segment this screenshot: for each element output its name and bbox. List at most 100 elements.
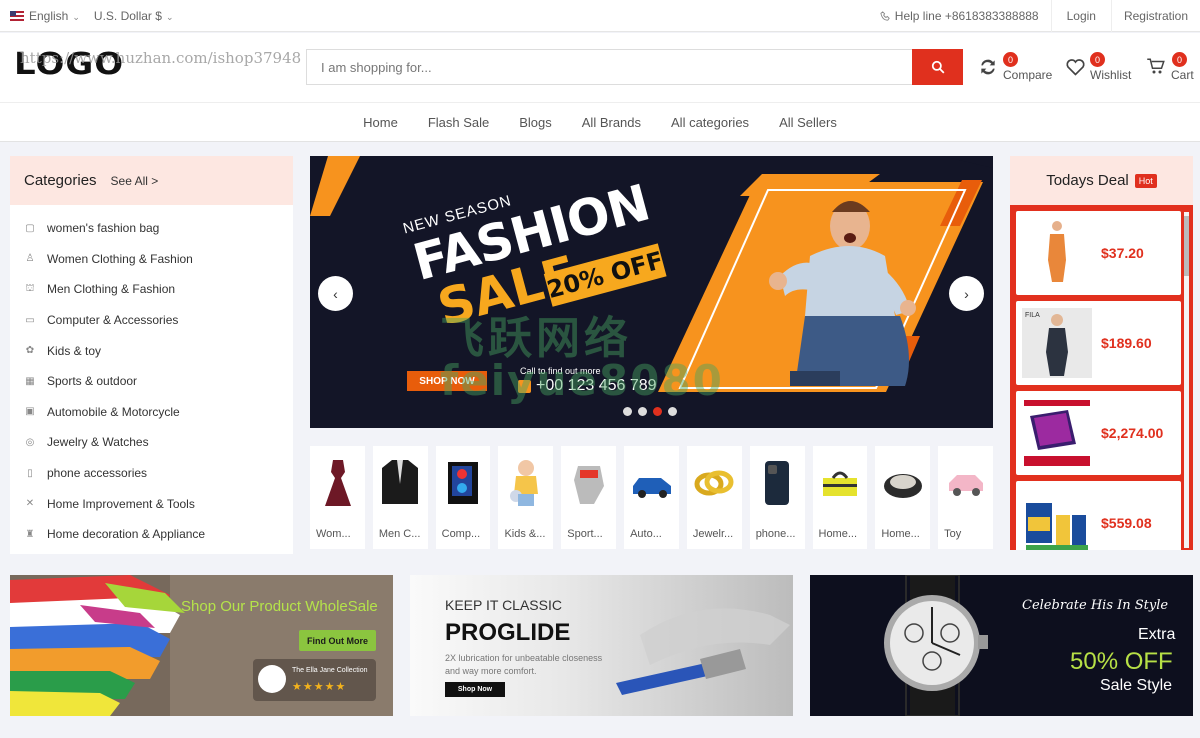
category-item[interactable]: ⛫ Men Clothing & Fashion — [10, 274, 293, 305]
slider-dot[interactable] — [668, 407, 677, 416]
slider-dot[interactable] — [623, 407, 632, 416]
car-image — [630, 458, 673, 508]
search-button[interactable] — [912, 49, 963, 85]
monitor-icon: ▭ — [25, 314, 35, 326]
deal-list: $37.20 FILA $189.60 $2,274.00 $559.08 — [1016, 211, 1181, 550]
compare-link[interactable]: 0 Compare — [978, 52, 1058, 85]
nav-all-brands[interactable]: All Brands — [567, 115, 656, 130]
wishlist-count-badge: 0 — [1090, 52, 1105, 67]
category-card[interactable]: Home... — [812, 446, 868, 549]
milk-formula-image — [1022, 487, 1092, 550]
categories-title: Categories — [24, 172, 97, 189]
slider-dot-active[interactable] — [653, 407, 662, 416]
kid-image — [504, 458, 547, 508]
deal-scrollbar[interactable] — [1184, 212, 1189, 548]
call-label: Call to find out more — [520, 366, 601, 376]
category-item[interactable]: ▣ Automobile & Motorcycle — [10, 397, 293, 428]
category-item[interactable]: ✿ Kids & toy — [10, 335, 293, 366]
main-nav: Home Flash Sale Blogs All Brands All cat… — [0, 102, 1200, 142]
nav-all-categories[interactable]: All categories — [656, 115, 764, 130]
helpline[interactable]: Help line +8618383388888 — [868, 0, 1051, 32]
find-out-more-button[interactable]: Find Out More — [299, 630, 376, 651]
dress-icon: ♙ — [25, 253, 35, 265]
deal-item[interactable]: FILA $189.60 — [1016, 301, 1181, 385]
tools-icon: ✕ — [25, 498, 35, 510]
scrollbar-thumb[interactable] — [1184, 216, 1189, 276]
wishlist-link[interactable]: 0 Wishlist — [1065, 52, 1140, 85]
category-card[interactable]: Jewelr... — [686, 446, 742, 549]
toy-car-image — [944, 458, 987, 508]
chevron-down-icon: ⌄ — [165, 12, 174, 22]
nav-home[interactable]: Home — [348, 115, 413, 130]
slider-dot[interactable] — [638, 407, 647, 416]
category-item[interactable]: ▭ Computer & Accessories — [10, 305, 293, 336]
categories-header: Categories See All > — [10, 156, 293, 205]
phone-image — [756, 458, 799, 508]
phone-icon — [880, 10, 890, 21]
slider-dots — [623, 407, 677, 416]
category-item[interactable]: ▦ Sports & outdoor — [10, 366, 293, 397]
deal-item[interactable]: $559.08 — [1016, 481, 1181, 550]
deal-item[interactable]: $37.20 — [1016, 211, 1181, 295]
category-item[interactable]: ♙ Women Clothing & Fashion — [10, 244, 293, 275]
watermark-url: https://www.huzhan.com/ishop37948 — [20, 49, 302, 67]
shirt-icon: ⛫ — [25, 282, 35, 294]
deal-item[interactable]: $2,274.00 — [1016, 391, 1181, 475]
registration-link[interactable]: Registration — [1110, 0, 1200, 32]
category-card[interactable]: phone... — [749, 446, 805, 549]
login-link[interactable]: Login — [1050, 0, 1111, 32]
todays-deal-panel: Todays Deal Hot $37.20 FILA $189.60 $2,2… — [1010, 156, 1193, 550]
compare-icon — [981, 59, 995, 75]
search-bar — [306, 49, 963, 85]
shop-now-button[interactable]: SHOP NOW — [407, 371, 487, 391]
svg-text:FILA: FILA — [1025, 312, 1040, 319]
sports-icon: ▦ — [25, 375, 35, 387]
category-card[interactable]: Toy — [938, 446, 993, 549]
navy-dress-image: FILA — [1022, 307, 1092, 379]
bag-image — [819, 458, 862, 508]
slider-prev-button[interactable]: ‹ — [318, 276, 353, 311]
nav-flash-sale[interactable]: Flash Sale — [413, 115, 504, 130]
wholesale-banner[interactable]: Shop Our Product WholeSale Find Out More… — [10, 575, 393, 716]
currency-selector[interactable]: U.S. Dollar $ ⌄ — [94, 9, 174, 23]
category-cards: Wom... Men C... Comp... Kids &... Sport.… — [310, 446, 993, 549]
rings-image — [693, 458, 736, 508]
category-card[interactable]: Wom... — [310, 446, 365, 549]
collection-logo-icon — [258, 665, 286, 693]
category-list: ▢ women's fashion bag ♙ Women Clothing & F… — [10, 205, 293, 550]
phone-icon — [518, 379, 531, 393]
slider-next-button[interactable]: › — [949, 276, 984, 311]
nav-all-sellers[interactable]: All Sellers — [764, 115, 852, 130]
phone-block: +00 123 456 789 — [518, 377, 657, 395]
proglide-banner[interactable]: KEEP IT CLASSIC PROGLIDE 2X lubrication … — [410, 575, 793, 716]
search-input[interactable] — [307, 50, 907, 84]
nav-blogs[interactable]: Blogs — [504, 115, 567, 130]
category-item[interactable]: ▢ women's fashion bag — [10, 213, 293, 244]
category-card[interactable]: Comp... — [435, 446, 491, 549]
category-item[interactable]: ▯ phone accessories — [10, 458, 293, 489]
watch-banner[interactable]: Celebrate His In Style Extra 50% OFF Sal… — [810, 575, 1193, 716]
todays-deal-header: Todays Deal Hot — [1010, 156, 1193, 205]
category-card[interactable]: Kids &... — [498, 446, 554, 549]
bag-icon: ▢ — [25, 222, 35, 234]
jacket-image — [379, 458, 422, 508]
pc-case-image — [442, 458, 485, 508]
category-card[interactable]: Sport... — [561, 446, 617, 549]
phone-icon: ▯ — [27, 467, 33, 479]
language-selector[interactable]: English ⌄ — [10, 9, 80, 23]
categories-panel: Categories See All > ▢ women's fashion ba… — [10, 156, 293, 554]
top-bar: English ⌄ U.S. Dollar $ ⌄ Help line +86183… — [0, 0, 1200, 32]
category-card[interactable]: Auto... — [624, 446, 679, 549]
see-all-link[interactable]: See All > — [111, 174, 159, 188]
chevron-down-icon: ⌄ — [72, 12, 80, 22]
category-item[interactable]: ◎ Jewelry & Watches — [10, 427, 293, 458]
hero-slider[interactable]: NEW SEASON FASHION SALE 20% OFF SHOP NOW… — [310, 156, 993, 428]
cart-link[interactable]: 0 Cart — [1146, 52, 1200, 85]
shop-now-button[interactable]: Shop Now — [445, 682, 505, 697]
cart-icon — [1147, 58, 1165, 74]
category-item[interactable]: ✕ Home Improvement & Tools — [10, 488, 293, 519]
category-card[interactable]: Men C... — [372, 446, 428, 549]
hot-badge: Hot — [1134, 173, 1157, 188]
category-item[interactable]: ♜ Home decoration & Appliance — [10, 519, 293, 550]
category-card[interactable]: Home... — [875, 446, 931, 549]
